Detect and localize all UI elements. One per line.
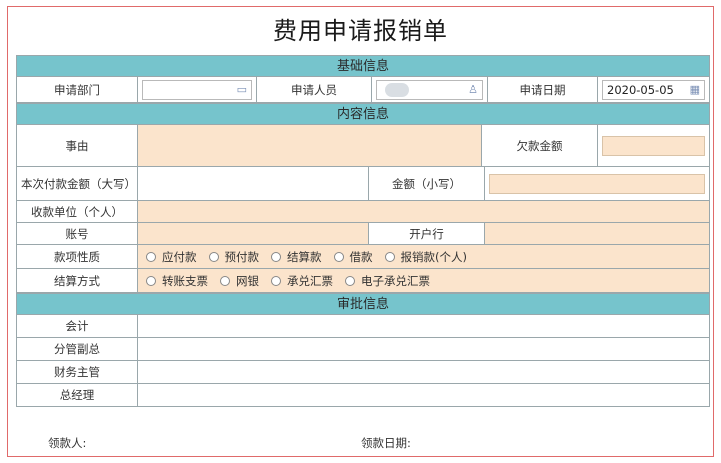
approval-label: 分管副总 [17,338,138,360]
section-approval-info: 审批信息 [16,293,710,315]
row-basic: 申请部门 ▭ 申请人员 ♙ 申请日期 2020-05-05 ▦ [16,77,710,103]
approval-label: 会计 [17,315,138,337]
form-sheet: 基础信息 申请部门 ▭ 申请人员 ♙ 申请日期 2020-05-05 ▦ 内容信… [16,55,710,407]
radio-icon [220,275,230,286]
dept-label: 申请部门 [17,77,138,102]
row-pay-amount: 本次付款金额（大写） 金额（小写） [16,167,710,201]
settle-option[interactable]: 电子承兑汇票 [345,273,430,289]
reason-label: 事由 [17,125,138,166]
nature-option[interactable]: 预付款 [208,249,259,265]
row-payee: 收款单位（个人） [16,201,710,223]
approval-row: 分管副总 [16,338,710,361]
date-input[interactable]: 2020-05-05 ▦ [602,79,705,100]
settle-options: 转账支票 网银 承兑汇票 电子承兑汇票 [138,269,709,292]
approval-label: 总经理 [17,384,138,406]
approval-field[interactable] [138,384,709,406]
calendar-icon: ▦ [689,83,700,96]
payee-label: 收款单位（个人） [17,201,138,222]
person-cell: ♙ [372,77,488,102]
building-icon: ▭ [236,83,247,96]
approval-field[interactable] [138,338,709,360]
amount-small-cell [485,167,709,200]
nature-options: 应付款 预付款 结算款 借款 报销款(个人) [138,245,709,268]
settle-option[interactable]: 转账支票 [146,273,208,289]
approval-row: 财务主管 [16,361,710,384]
person-label: 申请人员 [257,77,372,102]
settle-label: 结算方式 [17,269,138,292]
approval-label: 财务主管 [17,361,138,383]
amount-small-input[interactable] [489,173,705,194]
radio-icon [384,251,395,262]
blurred-name [385,82,409,97]
radio-icon [146,275,156,286]
nature-option[interactable]: 结算款 [271,249,322,265]
radio-icon [146,251,156,262]
approval-row: 总经理 [16,384,710,407]
row-account: 账号 开户行 [16,223,710,245]
receive-date-label: 领款日期: [361,436,411,450]
bank-field[interactable] [485,223,709,244]
radio-icon [271,275,281,286]
approval-row: 会计 [16,315,710,338]
pay-amount-field[interactable] [138,167,369,200]
section-content-info: 内容信息 [16,103,710,125]
settle-option[interactable]: 网银 [220,273,259,289]
amount-small-label: 金额（小写） [369,167,485,200]
dept-cell: ▭ [138,77,257,102]
dept-input[interactable]: ▭ [142,79,252,100]
nature-option[interactable]: 报销款(个人) [384,249,467,265]
date-value: 2020-05-05 [607,82,674,97]
pay-amount-label: 本次付款金额（大写） [17,167,138,200]
page-title: 费用申请报销单 [273,17,448,45]
debt-input[interactable] [602,135,705,156]
radio-icon [208,251,219,262]
debt-label: 欠款金额 [482,125,598,166]
bank-label: 开户行 [369,223,485,244]
date-label: 申请日期 [488,77,598,102]
nature-option[interactable]: 应付款 [146,249,197,265]
debt-cell [598,125,709,166]
person-input[interactable]: ♙ [376,79,483,100]
settle-option[interactable]: 承兑汇票 [271,273,333,289]
payee-field[interactable] [138,201,709,222]
nature-label: 款项性质 [17,245,138,268]
receiver-label: 领款人: [48,436,87,450]
nature-option[interactable]: 借款 [333,249,373,265]
row-nature: 款项性质 应付款 预付款 结算款 借款 报销款(个人) [16,245,710,269]
account-label: 账号 [17,223,138,244]
radio-icon [345,275,355,286]
form-frame: 费用申请报销单 基础信息 申请部门 ▭ 申请人员 ♙ 申请日期 2020-05-… [7,6,714,457]
user-icon: ♙ [468,83,478,96]
row-reason: 事由 欠款金额 [16,125,710,167]
radio-icon [333,251,344,262]
section-basic-info: 基础信息 [16,55,710,77]
approval-field[interactable] [138,361,709,383]
approval-field[interactable] [138,315,709,337]
radio-icon [271,251,281,262]
row-settle: 结算方式 转账支票 网银 承兑汇票 电子承兑汇票 [16,269,710,293]
account-field[interactable] [138,223,369,244]
reason-field[interactable] [138,125,482,166]
date-cell: 2020-05-05 ▦ [598,77,709,102]
